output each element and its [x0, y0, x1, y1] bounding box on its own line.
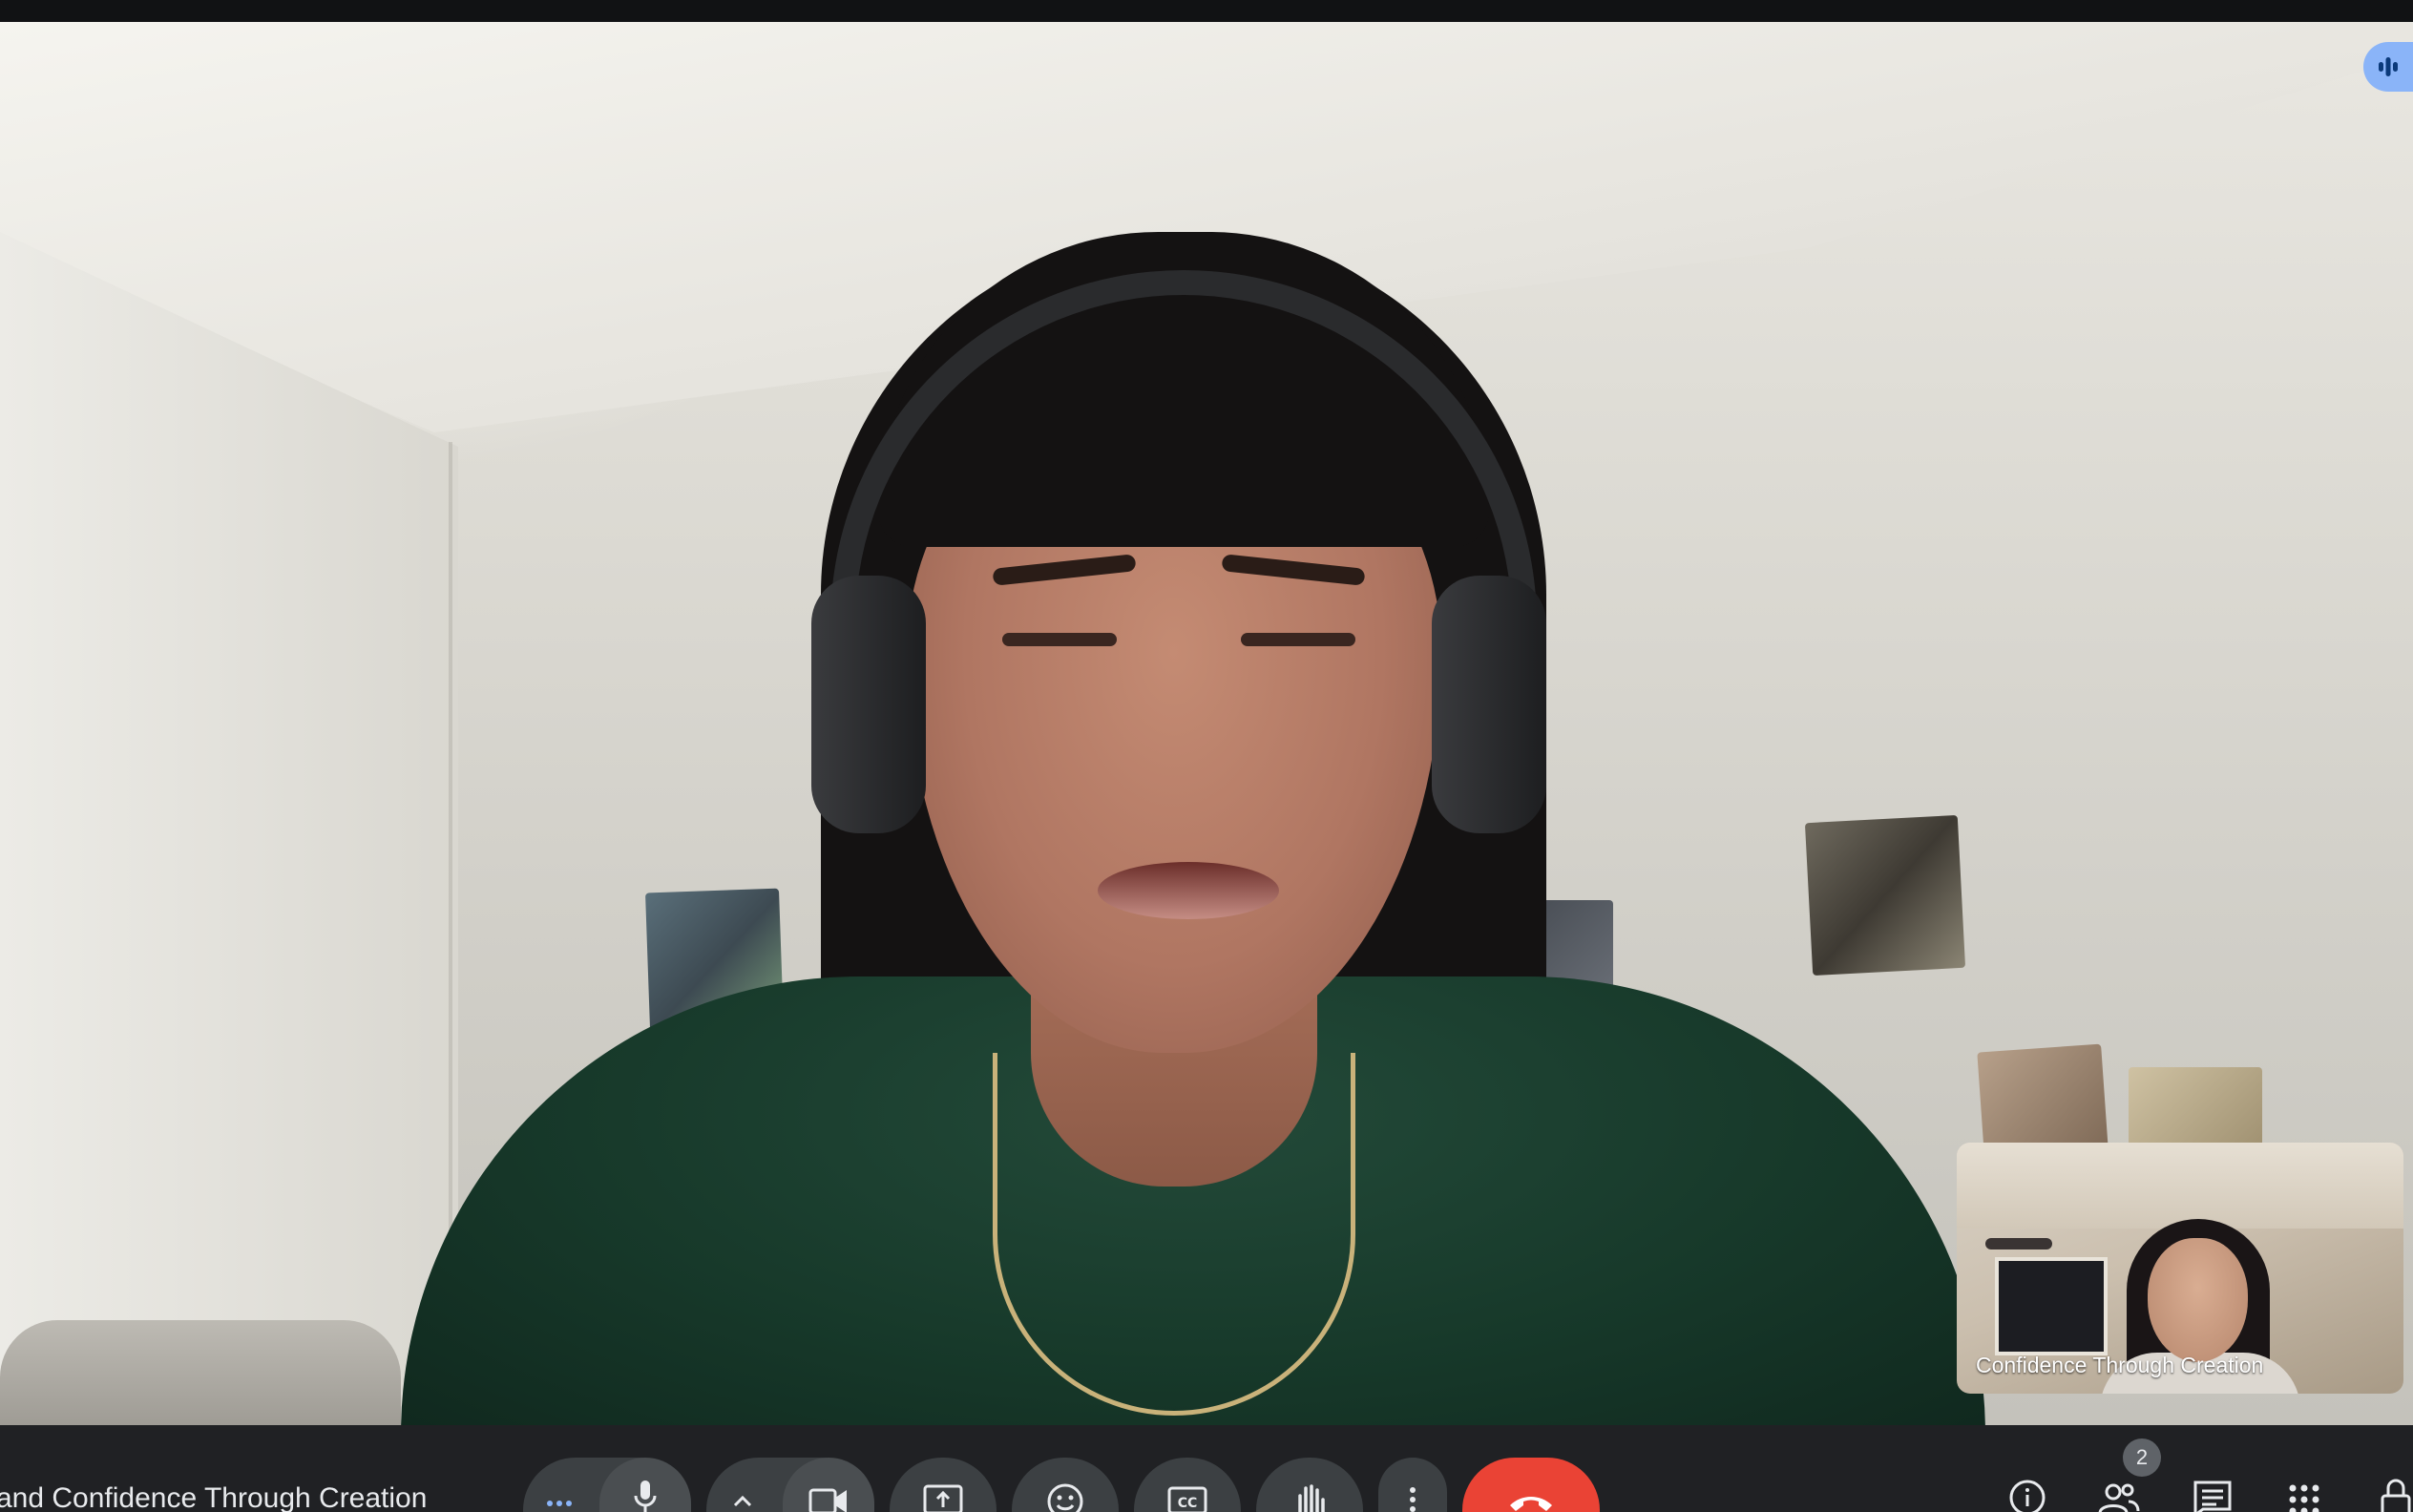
chat-button[interactable]: [2188, 1475, 2237, 1512]
emoji-icon: [1044, 1477, 1086, 1512]
bed: [0, 1320, 401, 1425]
speaking-indicator: [2363, 42, 2413, 92]
eye: [1241, 633, 1355, 646]
camera-icon: [808, 1477, 850, 1512]
microphone-icon: [626, 1477, 664, 1512]
audio-settings-button[interactable]: [523, 1458, 596, 1512]
window-top-strip: [0, 0, 2413, 22]
mic-control-group: [523, 1458, 691, 1512]
present-screen-icon: [922, 1477, 964, 1512]
control-bar: and Confidence Through Creation CC 2: [0, 1425, 2413, 1512]
chevron-up-icon: [724, 1477, 762, 1512]
meeting-title: and Confidence Through Creation: [0, 1482, 428, 1512]
captions-button[interactable]: CC: [1134, 1458, 1241, 1512]
ceiling-fan: [1985, 1238, 2052, 1250]
vertical-dots-icon: [1403, 1477, 1422, 1512]
people-button[interactable]: [2094, 1475, 2144, 1512]
participant-count-badge: 2: [2123, 1438, 2161, 1477]
camera-control-group: [706, 1458, 874, 1512]
audio-level-icon: [2375, 53, 2402, 80]
tile-window: [1995, 1257, 2108, 1355]
info-icon: [2006, 1475, 2048, 1512]
mouth: [1098, 862, 1279, 919]
host-controls-button[interactable]: [2371, 1475, 2413, 1512]
headphone-ear-cup: [811, 576, 926, 833]
leave-call-button[interactable]: [1462, 1458, 1600, 1512]
participant-necklace: [993, 1053, 1355, 1416]
tile-ceiling: [1957, 1143, 2403, 1228]
main-participant: [363, 213, 2004, 1425]
meeting-details-button[interactable]: [2003, 1475, 2052, 1512]
raise-hand-button[interactable]: [1256, 1458, 1363, 1512]
more-options-button[interactable]: [1378, 1458, 1447, 1512]
eye: [1002, 633, 1117, 646]
self-view-name: Confidence Through Creation: [1976, 1353, 2264, 1377]
more-options-icon: [540, 1477, 578, 1512]
captions-icon: CC: [1166, 1477, 1208, 1512]
people-icon: [2096, 1475, 2142, 1512]
video-settings-button[interactable]: [706, 1458, 779, 1512]
chat-icon: [2192, 1475, 2234, 1512]
tile-participant-face: [2148, 1238, 2248, 1362]
microphone-button[interactable]: [599, 1458, 691, 1512]
activities-button[interactable]: [2279, 1475, 2329, 1512]
camera-button[interactable]: [783, 1458, 874, 1512]
headphone-ear-cup: [1432, 576, 1546, 833]
self-view-tile[interactable]: Confidence Through Creation: [1957, 1143, 2403, 1394]
raise-hand-icon: [1289, 1477, 1331, 1512]
svg-text:CC: CC: [1178, 1496, 1198, 1511]
host-controls-icon: [2375, 1475, 2413, 1512]
activities-icon: [2283, 1475, 2325, 1512]
reactions-button[interactable]: [1012, 1458, 1119, 1512]
present-screen-button[interactable]: [890, 1458, 997, 1512]
end-call-icon: [1504, 1477, 1558, 1512]
